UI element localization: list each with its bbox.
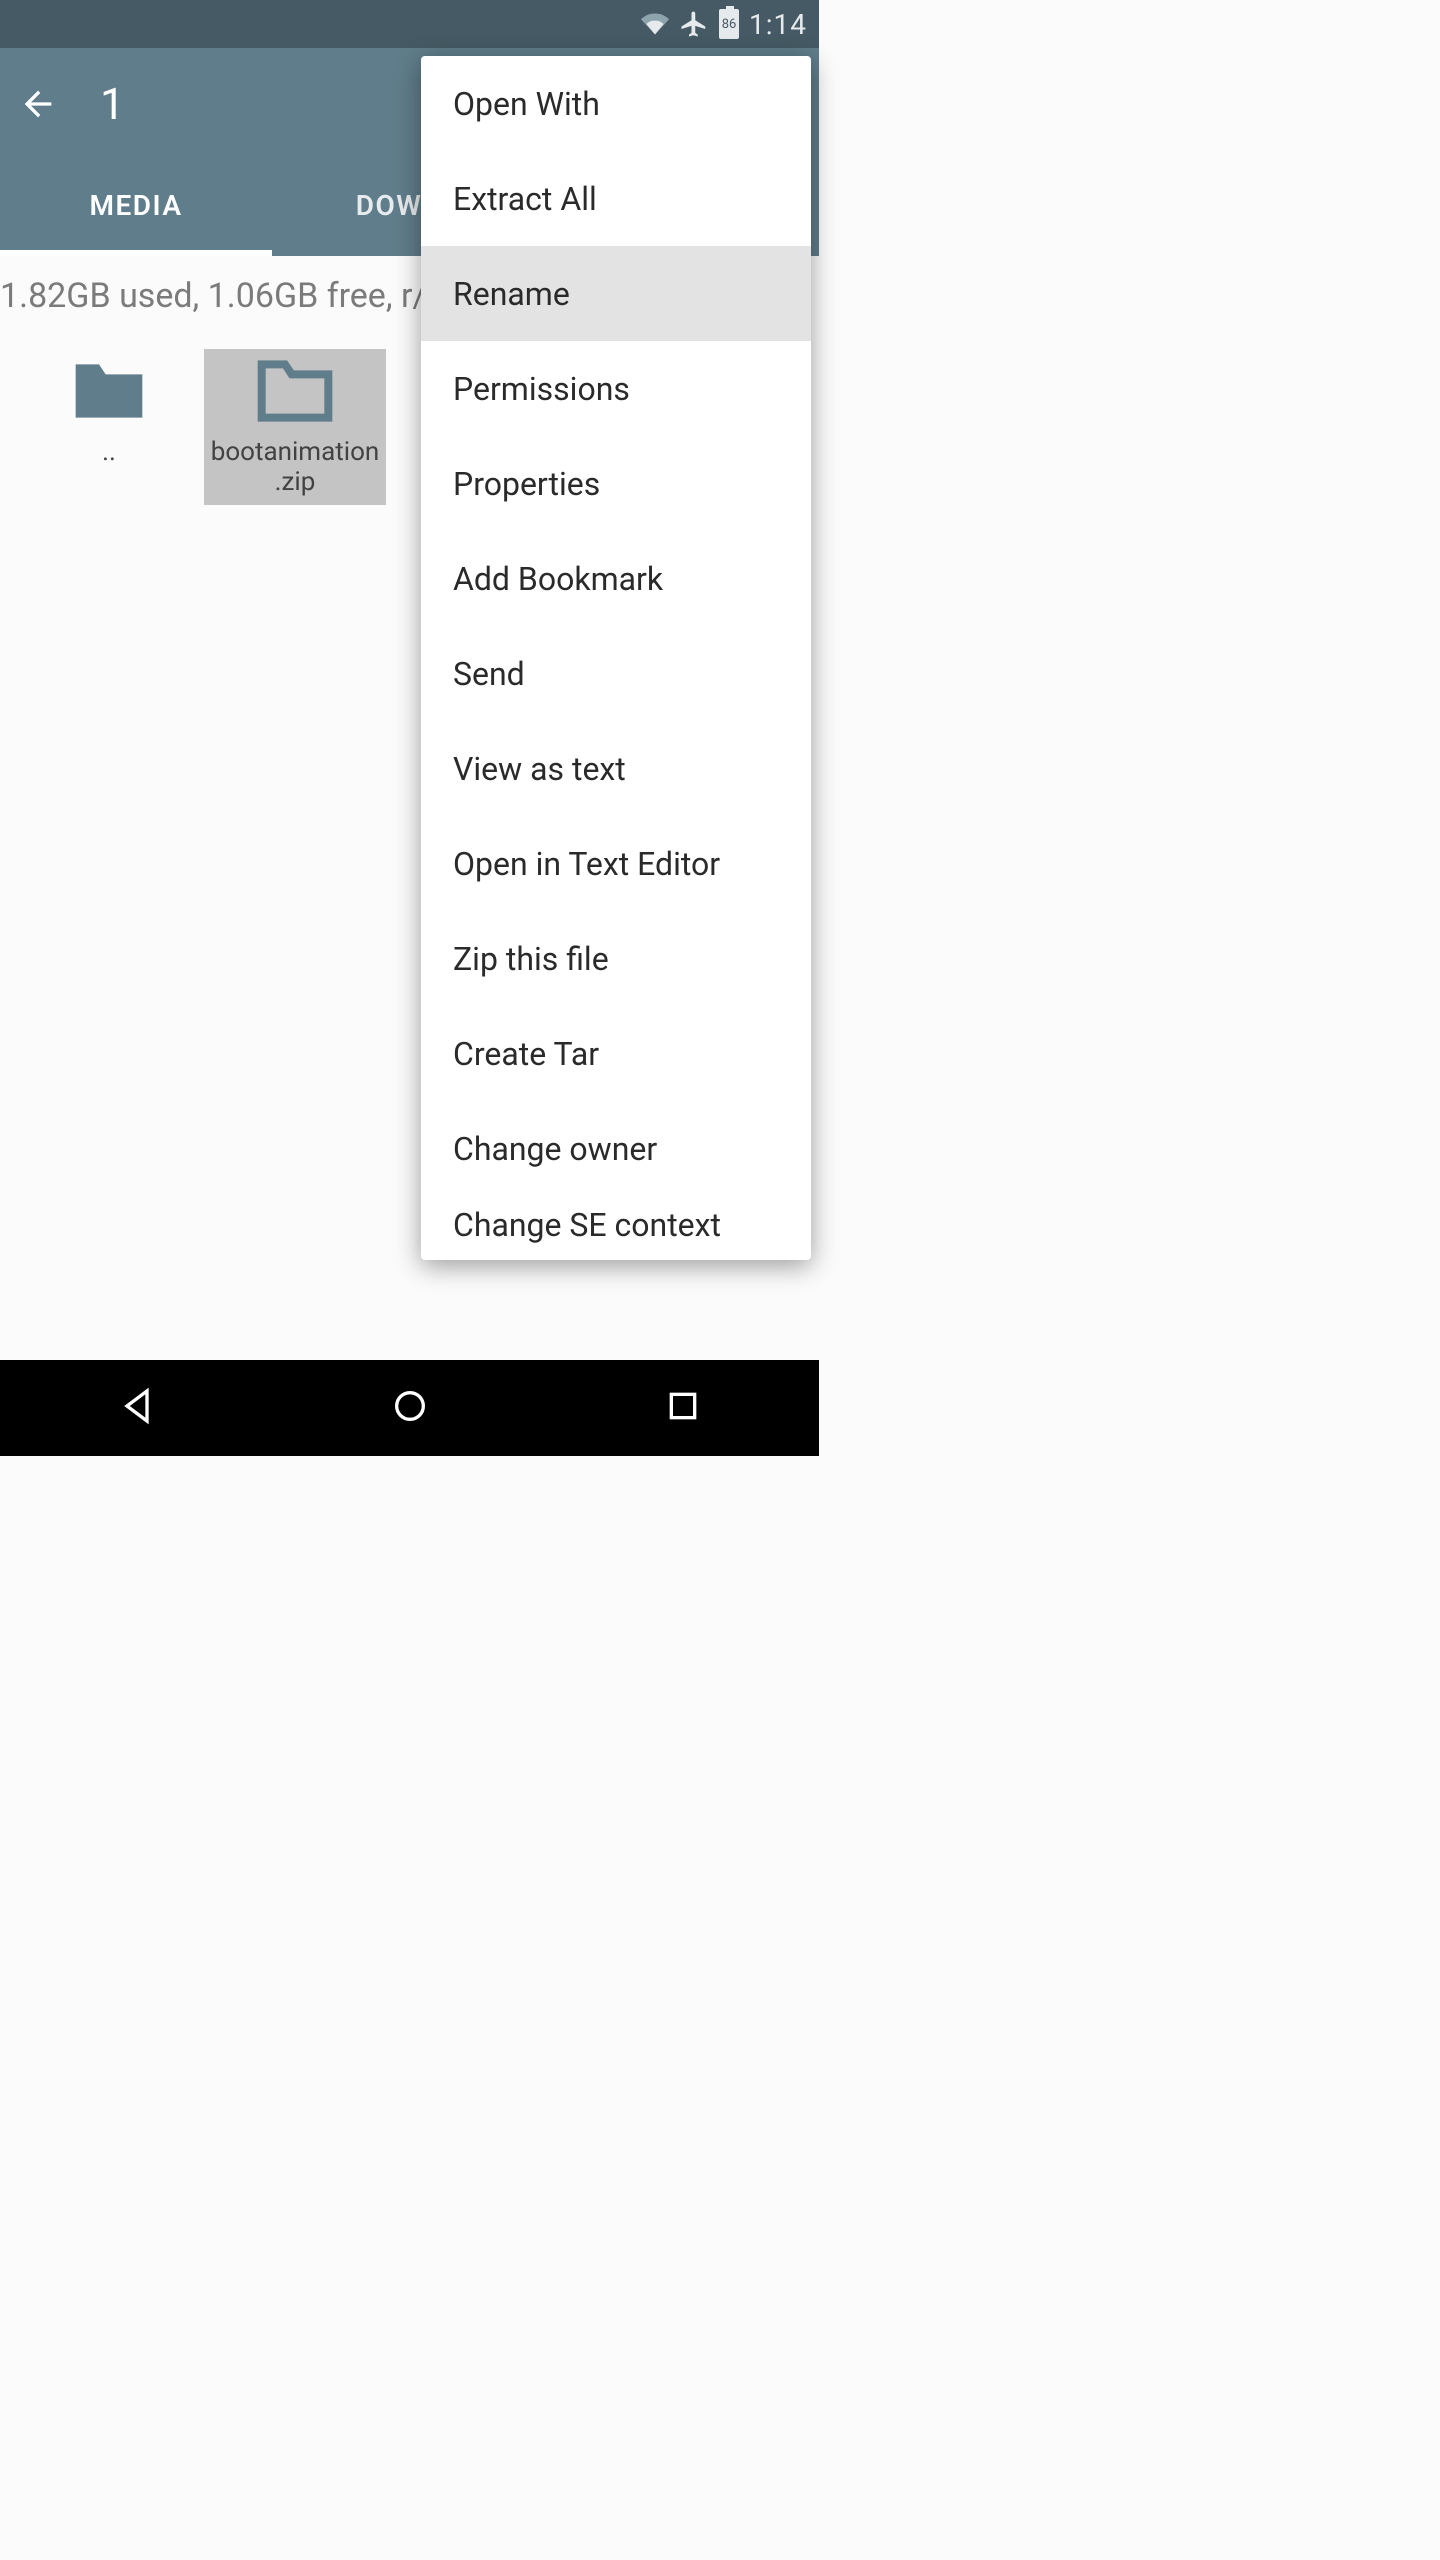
menu-zip-this-file[interactable]: Zip this file [421,911,811,1006]
item-name: bootanimation.zip [208,437,382,497]
menu-item-label: Create Tar [453,1035,599,1073]
menu-item-label: Rename [453,275,570,313]
folder-item-up[interactable]: .. [18,349,200,505]
wifi-icon [641,10,669,38]
status-clock: 1:14 [749,8,807,41]
folder-icon [69,357,149,429]
menu-item-label: Extract All [453,180,597,218]
nav-recent-button[interactable] [663,1386,703,1430]
nav-back-button[interactable] [117,1386,157,1430]
menu-view-as-text[interactable]: View as text [421,721,811,816]
menu-item-label: View as text [453,750,626,788]
menu-item-label: Permissions [453,370,630,408]
menu-send[interactable]: Send [421,626,811,721]
menu-item-label: Zip this file [453,940,609,978]
storage-summary: 1.82GB used, 1.06GB free, r/o [0,276,446,316]
tab-label: MEDIA [89,189,182,222]
menu-item-label: Add Bookmark [453,560,663,598]
context-menu: Open With Extract All Rename Permissions… [421,56,811,1260]
menu-item-label: Change SE context [453,1206,721,1244]
menu-item-label: Open in Text Editor [453,845,720,883]
menu-change-se[interactable]: Change SE context [421,1196,811,1260]
menu-permissions[interactable]: Permissions [421,341,811,436]
back-button[interactable] [18,84,58,124]
menu-create-tar[interactable]: Create Tar [421,1006,811,1101]
item-name: .. [102,437,116,467]
folder-icon [255,357,335,429]
menu-add-bookmark[interactable]: Add Bookmark [421,531,811,626]
menu-open-with[interactable]: Open With [421,56,811,151]
airplane-icon [679,9,709,39]
tab-media[interactable]: MEDIA [0,160,272,256]
menu-item-label: Open With [453,85,600,123]
menu-open-in-editor[interactable]: Open in Text Editor [421,816,811,911]
battery-level: 86 [721,11,737,37]
menu-change-owner[interactable]: Change owner [421,1101,811,1196]
menu-item-label: Change owner [453,1130,657,1168]
menu-properties[interactable]: Properties [421,436,811,531]
nav-home-button[interactable] [390,1386,430,1430]
status-bar: 86 1:14 [0,0,819,48]
menu-rename[interactable]: Rename [421,246,811,341]
menu-item-label: Properties [453,465,600,503]
menu-item-label: Send [453,655,525,693]
menu-extract-all[interactable]: Extract All [421,151,811,246]
file-item-bootanimation[interactable]: bootanimation.zip [204,349,386,505]
android-nav-bar [0,1360,819,1456]
battery-icon: 86 [719,9,739,39]
